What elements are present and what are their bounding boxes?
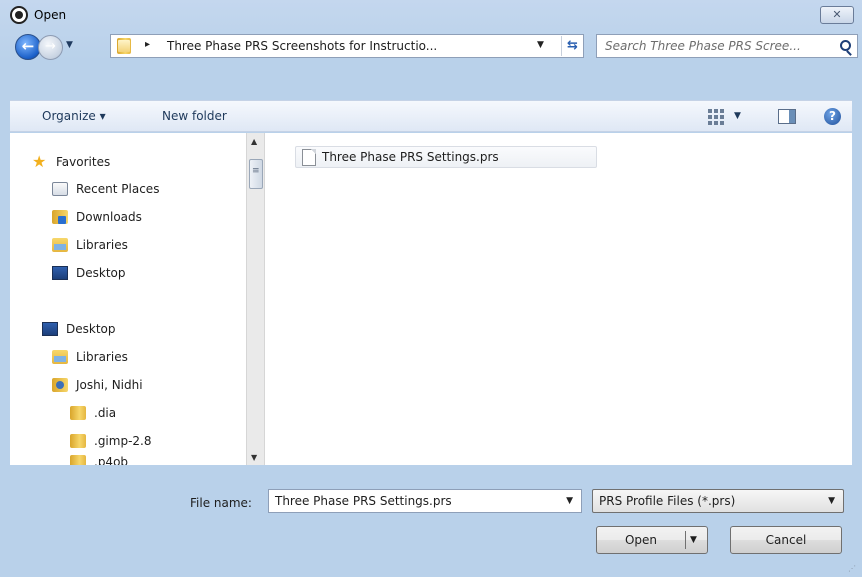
tree-item-label: Desktop (66, 322, 116, 336)
user-folder-icon (52, 378, 68, 392)
search-placeholder: Search Three Phase PRS Scree... (605, 39, 801, 53)
file-type-dropdown-icon[interactable]: ▼ (828, 496, 835, 506)
breadcrumb-current-folder[interactable]: Three Phase PRS Screenshots for Instruct… (167, 39, 437, 53)
resize-grip-icon[interactable]: ⋰ (848, 564, 856, 573)
navigation-scrollbar[interactable]: ▲ ▼ (246, 133, 264, 465)
scroll-down-arrow-icon[interactable]: ▼ (251, 453, 257, 462)
nav-item-label: Recent Places (76, 182, 160, 196)
open-button[interactable]: Open ▼ (596, 526, 708, 554)
folder-icon (117, 38, 131, 54)
document-icon (302, 149, 316, 166)
file-type-select[interactable]: PRS Profile Files (*.prs) ▼ (592, 489, 844, 513)
recent-locations-dropdown-icon[interactable]: ▼ (66, 40, 73, 50)
file-type-value: PRS Profile Files (*.prs) (599, 494, 736, 508)
scrollbar-thumb[interactable] (249, 159, 263, 189)
command-bar: Organize ▾ New folder ▼ ? (10, 100, 852, 132)
nav-item-label: Favorites (56, 155, 111, 169)
desktop-icon (52, 266, 68, 280)
open-button-label: Open (624, 533, 658, 547)
title-bar: Open ✕ (0, 0, 862, 30)
star-icon: ★ (32, 152, 47, 171)
nav-item-label: Desktop (76, 266, 126, 280)
views-icon[interactable] (708, 109, 724, 125)
forward-button[interactable]: → (38, 35, 63, 60)
split-divider (685, 531, 686, 549)
organize-menu-button[interactable]: Organize ▾ (42, 109, 106, 123)
scroll-up-arrow-icon[interactable]: ▲ (251, 137, 257, 146)
close-button[interactable]: ✕ (820, 6, 854, 24)
nav-item-label: Libraries (76, 238, 128, 252)
search-icon[interactable] (840, 40, 851, 51)
file-list-pane: Three Phase PRS Settings.prs (264, 133, 852, 465)
folder-icon (70, 455, 86, 465)
tree-item-label: Libraries (76, 350, 128, 364)
libraries-icon (52, 350, 68, 364)
file-name-value: Three Phase PRS Settings.prs (275, 494, 452, 508)
new-folder-button[interactable]: New folder (162, 109, 227, 123)
tree-item-label: .p4ob (94, 455, 129, 465)
views-dropdown-icon[interactable]: ▼ (734, 111, 741, 121)
downloads-folder-icon (52, 210, 68, 224)
file-name-input[interactable]: Three Phase PRS Settings.prs ▼ (268, 489, 582, 513)
nav-item-label: Downloads (76, 210, 142, 224)
navigation-pane: ★ Favorites Recent Places Downloads Libr… (10, 133, 246, 465)
address-dropdown-icon[interactable]: ▼ (537, 40, 544, 50)
tree-item-label: .gimp-2.8 (94, 434, 152, 448)
desktop-icon (42, 322, 58, 336)
file-name-label: File name: (190, 496, 252, 510)
preview-pane-icon[interactable] (778, 109, 796, 124)
breadcrumb-separator-icon[interactable]: ▸ (145, 39, 150, 50)
file-name-dropdown-icon[interactable]: ▼ (566, 496, 573, 506)
folder-icon (70, 406, 86, 420)
search-input[interactable]: Search Three Phase PRS Scree... (596, 34, 858, 58)
open-dialog: Open ✕ ← → ▼ ▸ Three Phase PRS Screensho… (0, 0, 862, 577)
help-icon[interactable]: ? (824, 108, 841, 125)
refresh-button[interactable]: ⇆ (561, 36, 583, 56)
file-item[interactable]: Three Phase PRS Settings.prs (295, 146, 597, 168)
app-icon (10, 6, 28, 24)
file-name: Three Phase PRS Settings.prs (322, 150, 499, 164)
folder-icon (70, 434, 86, 448)
cancel-button[interactable]: Cancel (730, 526, 842, 554)
tree-item-label: Joshi, Nidhi (76, 378, 143, 392)
address-bar[interactable]: ▸ Three Phase PRS Screenshots for Instru… (110, 34, 584, 58)
tree-item-label: .dia (94, 406, 117, 420)
libraries-icon (52, 238, 68, 252)
recent-places-icon (52, 182, 68, 196)
window-title: Open (34, 8, 67, 22)
open-options-dropdown-icon[interactable]: ▼ (690, 527, 697, 553)
